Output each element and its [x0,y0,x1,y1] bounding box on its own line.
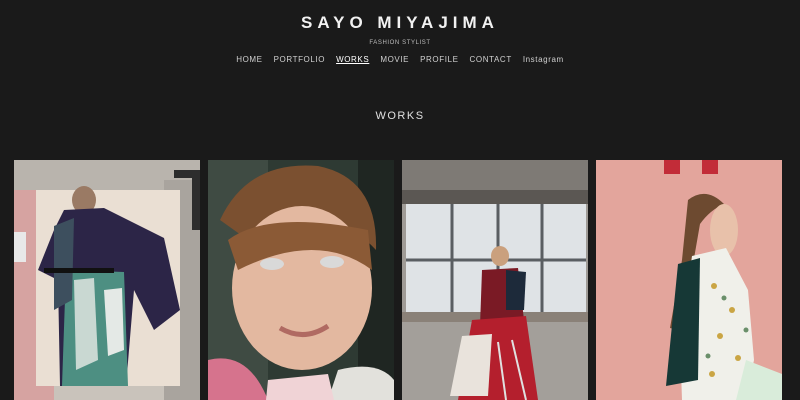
nav-movie[interactable]: MOVIE [380,55,409,64]
site-title[interactable]: SAYO MIYAJIMA [0,13,800,33]
site-subtitle: FASHION STYLIST [369,40,431,46]
page: SAYO MIYAJIMA FASHION STYLIST HOME PORTF… [0,0,800,400]
nav-profile[interactable]: PROFILE [420,55,458,64]
nav-home[interactable]: HOME [236,55,262,64]
work-image-4 [596,160,782,400]
work-thumbnail-4[interactable] [596,160,782,400]
work-image-2 [208,160,394,400]
section-heading: WORKS [375,110,425,122]
nav-works[interactable]: WORKS [336,55,369,64]
nav-contact[interactable]: CONTACT [470,55,512,64]
work-thumbnail-2[interactable] [208,160,394,400]
work-thumbnail-3[interactable] [402,160,588,400]
nav-portfolio[interactable]: PORTFOLIO [274,55,325,64]
nav-instagram[interactable]: Instagram [523,55,564,64]
main-nav: HOME PORTFOLIO WORKS MOVIE PROFILE CONTA… [0,55,800,64]
work-image-3 [402,160,588,400]
work-image-1 [14,160,200,400]
work-thumbnail-1[interactable] [14,160,200,400]
